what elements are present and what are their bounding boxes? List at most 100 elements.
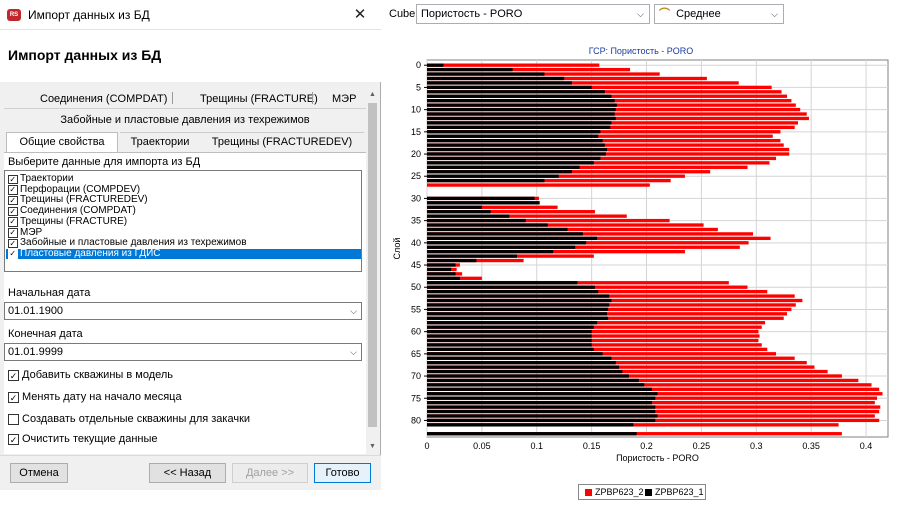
- done-button[interactable]: Готово: [314, 463, 371, 483]
- tab-divider: [312, 92, 313, 104]
- dialog-scrollbar[interactable]: ▲ ▼: [366, 88, 379, 454]
- y-tick-label: 0: [416, 60, 421, 70]
- bar-ZPBP623_1: [427, 432, 637, 436]
- bar-ZPBP623_2: [427, 183, 650, 187]
- chart-legend: ZPBP623_2 ZPBP623_1: [578, 484, 706, 500]
- import-data-list[interactable]: ✓ Траектории ✓ Перфорации (COMPDEV) ✓ Трещи…: [4, 170, 362, 272]
- bar-ZPBP623_1: [427, 250, 554, 254]
- bar-ZPBP623_1: [427, 147, 608, 152]
- bar-ZPBP623_1: [427, 72, 545, 76]
- checkbox-checked-icon[interactable]: ✓: [8, 206, 18, 217]
- bar-ZPBP623_1: [427, 178, 545, 183]
- bar-ZPBP623_1: [427, 165, 580, 169]
- end-date-select[interactable]: 01.01.9999 ⌵: [4, 343, 362, 361]
- bar-ZPBP623_1: [427, 409, 656, 414]
- cube-select[interactable]: Пористость - PORO ⌵: [416, 4, 650, 24]
- tab-compdat[interactable]: Соединения (COMPDAT): [40, 93, 167, 105]
- aggregation-select[interactable]: ⌒ Среднее ⌵: [654, 4, 784, 24]
- checkbox-checked-icon[interactable]: ✓: [8, 238, 18, 249]
- x-tick-label: 0.2: [640, 441, 653, 451]
- tab-fracture[interactable]: Трещины (FRACTURE): [200, 93, 318, 105]
- scrollbar-thumb[interactable]: [368, 103, 377, 427]
- close-icon[interactable]: ✕: [344, 4, 376, 26]
- y-tick-label: 45: [411, 260, 421, 270]
- bar-ZPBP623_1: [427, 81, 572, 85]
- bar-ZPBP623_1: [427, 289, 599, 294]
- bar-ZPBP623_1: [427, 312, 608, 316]
- bar-ZPBP623_1: [427, 303, 610, 307]
- checkbox-checked-icon[interactable]: ✓: [8, 434, 19, 445]
- bar-ZPBP623_1: [427, 258, 477, 263]
- bar-ZPBP623_1: [427, 338, 592, 343]
- bar-ZPBP623_1: [427, 232, 583, 236]
- y-tick-label: 20: [411, 149, 421, 159]
- bar-ZPBP623_1: [427, 272, 456, 276]
- bar-ZPBP623_1: [427, 307, 609, 312]
- list-item-gdis-pressure[interactable]: ✓ Пластовые давления из ГДИС: [6, 248, 361, 260]
- start-date-label: Начальная дата: [8, 287, 91, 299]
- chevron-down-icon[interactable]: ⌵: [350, 344, 357, 360]
- option-add-wells[interactable]: ✓ Добавить скважины в модель: [8, 369, 173, 383]
- cancel-button[interactable]: Отмена: [10, 463, 68, 483]
- bar-ZPBP623_1: [427, 347, 594, 352]
- checkbox-checked-icon[interactable]: ✓: [8, 249, 18, 259]
- legend-label-series1: ZPBP623_2: [595, 487, 644, 497]
- back-button[interactable]: << Назад: [149, 463, 226, 483]
- y-tick-label: 65: [411, 349, 421, 359]
- bar-ZPBP623_1: [427, 285, 595, 289]
- y-tick-label: 35: [411, 216, 421, 226]
- checkbox-checked-icon[interactable]: ✓: [8, 217, 18, 227]
- checkbox-checked-icon[interactable]: ✓: [8, 174, 18, 184]
- bar-ZPBP623_1: [427, 361, 616, 365]
- start-date-select[interactable]: 01.01.1900 ⌵: [4, 302, 362, 320]
- option-separate-injection-wells[interactable]: Создавать отдельные скважины для закачки: [8, 413, 250, 427]
- tab-general-properties[interactable]: Общие свойства: [6, 132, 118, 153]
- tab-fracturedev[interactable]: Трещины (FRACTUREDEV): [200, 132, 364, 152]
- bar-ZPBP623_1: [427, 201, 539, 205]
- bar-ZPBP623_2: [427, 63, 600, 67]
- app-logo-icon: RS: [7, 9, 21, 21]
- bar-ZPBP623_1: [427, 236, 598, 241]
- checkbox-checked-icon[interactable]: ✓: [8, 370, 19, 381]
- x-tick-label: 0.1: [531, 441, 544, 451]
- bar-ZPBP623_1: [427, 205, 482, 209]
- checkbox-checked-icon[interactable]: ✓: [8, 392, 19, 403]
- next-button[interactable]: Далее >>: [232, 463, 308, 483]
- dialog-titlebar: RS Импорт данных из БД ✕: [0, 0, 381, 30]
- chevron-down-icon[interactable]: ⌵: [771, 5, 778, 23]
- bar-ZPBP623_1: [427, 414, 658, 418]
- checkbox-checked-icon[interactable]: ✓: [8, 228, 18, 238]
- bar-ZPBP623_1: [427, 210, 491, 214]
- option-clear-data[interactable]: ✓ Очистить текущие данные: [8, 433, 158, 447]
- bar-ZPBP623_1: [427, 112, 615, 116]
- list-item-fracture[interactable]: ✓ Трещины (FRACTURE): [6, 216, 361, 228]
- scroll-up-icon[interactable]: ▲: [366, 88, 379, 102]
- y-tick-label: 50: [411, 282, 421, 292]
- bar-ZPBP623_1: [427, 63, 444, 67]
- option-month-start[interactable]: ✓ Менять дату на начало месяца: [8, 391, 182, 405]
- checkbox-checked-icon[interactable]: ✓: [8, 195, 18, 206]
- bar-ZPBP623_1: [427, 94, 612, 98]
- legend-swatch-black: [645, 489, 652, 496]
- chart-toolbar: Cube X Пористость - PORO ⌵ ⌒ Среднее ⌵: [382, 0, 900, 28]
- tabs-row-2: Забойные и пластовые давления из техрежи…: [4, 108, 366, 130]
- bar-ZPBP623_1: [427, 329, 592, 334]
- bar-ZPBP623_1: [427, 254, 518, 258]
- chevron-down-icon[interactable]: ⌵: [637, 5, 644, 23]
- y-tick-label: 25: [411, 171, 421, 181]
- checkbox-checked-icon[interactable]: ✓: [8, 185, 18, 195]
- bar-ZPBP623_1: [427, 161, 594, 165]
- bar-ZPBP623_1: [427, 156, 601, 161]
- y-tick-label: 5: [416, 82, 421, 92]
- bar-ZPBP623_1: [427, 383, 645, 387]
- tab-trajectories[interactable]: Траектории: [120, 132, 200, 152]
- tab-mer[interactable]: МЭР: [332, 93, 356, 105]
- bar-ZPBP623_1: [427, 276, 460, 280]
- x-tick-label: 0.05: [473, 441, 491, 451]
- scroll-down-icon[interactable]: ▼: [366, 440, 379, 454]
- bar-ZPBP623_1: [427, 281, 578, 285]
- bar-ZPBP623_1: [427, 334, 592, 338]
- tab-pressure-regimes[interactable]: Забойные и пластовые давления из техрежи…: [4, 114, 366, 126]
- chevron-down-icon[interactable]: ⌵: [350, 303, 357, 319]
- checkbox-unchecked-icon[interactable]: [8, 414, 19, 425]
